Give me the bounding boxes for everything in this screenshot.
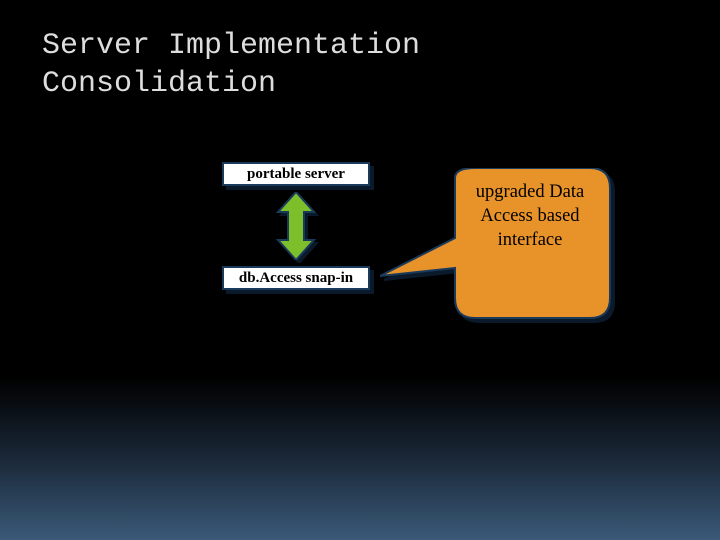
double-arrow-icon — [276, 192, 316, 260]
title-line-1: Server Implementation — [42, 29, 420, 63]
portable-server-box: portable server — [222, 162, 370, 186]
portable-server-label: portable server — [247, 166, 345, 183]
slide-title: Server Implementation Consolidation — [42, 28, 420, 103]
db-access-label: db.Access snap-in — [239, 270, 353, 287]
callout-text: upgraded Data Access based interface — [470, 180, 590, 252]
db-access-box: db.Access snap-in — [222, 266, 370, 290]
title-line-2: Consolidation — [42, 67, 276, 101]
